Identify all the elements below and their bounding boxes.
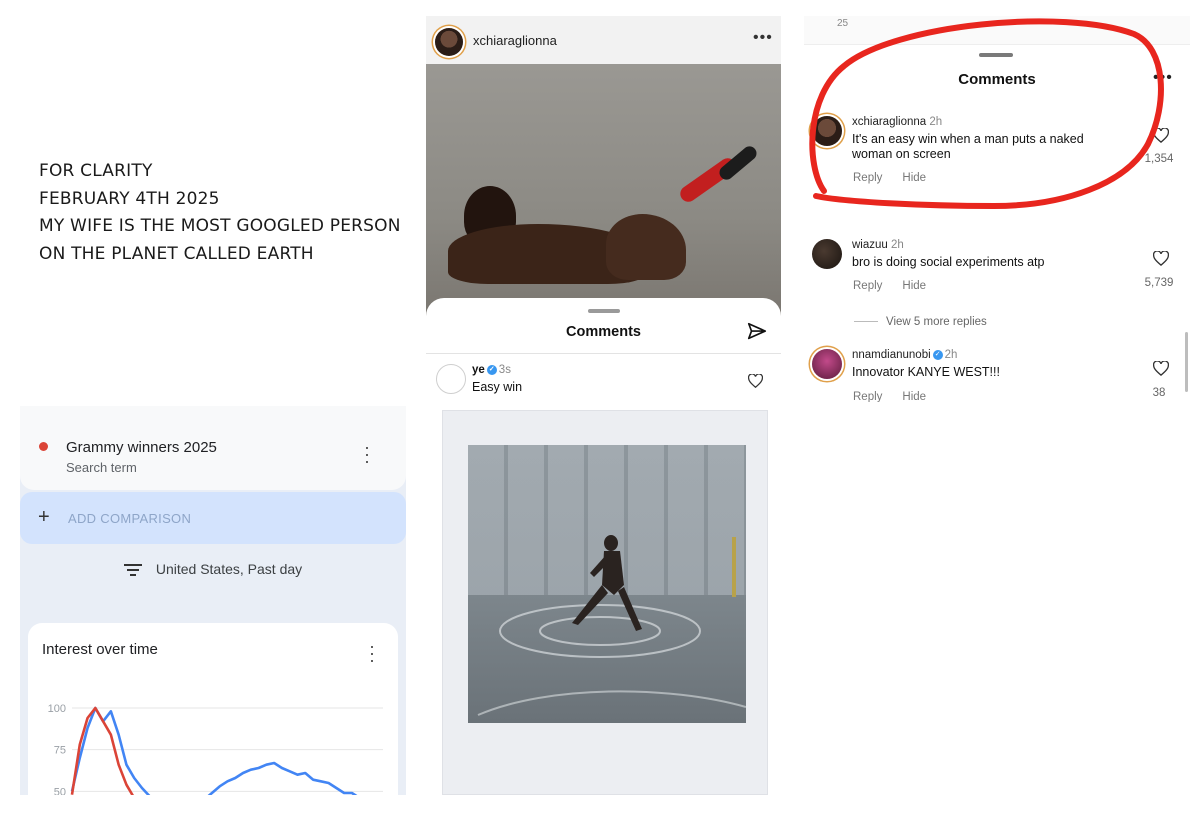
comment-time: 2h xyxy=(929,116,943,128)
comment-avatar[interactable] xyxy=(436,364,466,394)
post-username[interactable]: xchiaraglionna xyxy=(473,33,557,48)
statement-line: FOR CLARITY xyxy=(39,161,153,181)
statement-line: MY WIFE IS THE MOST GOOGLED PERSON xyxy=(39,216,401,236)
region-time-filter[interactable]: United States, Past day xyxy=(20,561,406,577)
polaroid-image[interactable] xyxy=(468,445,746,723)
reply-button[interactable]: Reply xyxy=(853,391,882,402)
comment-actions: Reply Hide xyxy=(853,280,946,292)
scrollbar[interactable] xyxy=(1185,332,1188,392)
comments-title: Comments xyxy=(566,324,641,340)
view-more-replies-link[interactable]: View 5 more replies xyxy=(854,316,987,328)
comment-time: 2h xyxy=(944,349,958,361)
comment-avatar[interactable] xyxy=(812,349,842,379)
comments-sheet: Comments ye ✓ 3s Easy win xyxy=(426,298,781,402)
comments-title: Comments xyxy=(958,71,1036,88)
comment-text: Innovator KANYE WEST!!! xyxy=(852,365,1000,379)
comment-actions: Reply Hide xyxy=(853,172,946,184)
trend-line-chart: 100 75 50 xyxy=(48,703,383,795)
statement-line: FEBRUARY 4TH 2025 xyxy=(39,188,220,209)
add-comparison-label: ADD COMPARISON xyxy=(68,511,192,526)
heart-icon[interactable] xyxy=(1153,361,1169,376)
series-line-0 xyxy=(70,706,358,795)
axis-tick: 25 xyxy=(837,18,849,29)
comment-time: 2h xyxy=(891,239,904,251)
filter-label: United States, Past day xyxy=(155,561,303,577)
like-count: 5,739 xyxy=(1144,277,1174,289)
y-tick-label: 100 xyxy=(48,703,66,715)
comment-avatar[interactable] xyxy=(812,239,842,269)
search-term-card[interactable]: Grammy winners 2025 Search term · · · xyxy=(20,406,406,490)
floor-circle-marking xyxy=(477,535,746,716)
comment-text: Easy win xyxy=(472,380,523,394)
comment-actions: Reply Hide xyxy=(853,391,946,402)
post-photo[interactable] xyxy=(426,64,781,319)
sheet-grabber[interactable] xyxy=(979,53,1013,57)
comment-username[interactable]: xchiaraglionna 2h xyxy=(852,116,942,128)
y-tick-label: 75 xyxy=(54,745,66,757)
y-tick-label: 50 xyxy=(54,786,66,795)
sheet-grabber[interactable] xyxy=(588,309,620,313)
like-count: 38 xyxy=(1152,387,1166,399)
filter-icon xyxy=(123,564,142,577)
google-trends-panel: Grammy winners 2025 Search term · · · + AD… xyxy=(20,406,406,795)
reply-button[interactable]: Reply xyxy=(853,172,882,184)
interest-over-time-card: Interest over time · · · 100 75 50 xyxy=(28,623,398,795)
comment-username[interactable]: nnamdianunobi ✓ 2h xyxy=(852,349,957,361)
add-comparison-button[interactable]: + ADD COMPARISON xyxy=(20,492,406,544)
comment-username[interactable]: wiazuu 2h xyxy=(852,239,904,251)
reply-button[interactable]: Reply xyxy=(853,280,882,292)
instagram-post: xchiaraglionna ••• Comments ye ✓ 3s Easy w… xyxy=(426,16,781,402)
verified-badge-icon: ✓ xyxy=(486,364,497,375)
comment-text: bro is doing social experiments atp xyxy=(852,255,1045,269)
term-color-dot xyxy=(39,442,48,451)
statement-text: FOR CLARITY FEBRUARY 4TH 2025 MY WIFE IS… xyxy=(39,158,409,268)
comment-avatar[interactable] xyxy=(812,116,842,146)
heart-icon[interactable] xyxy=(1153,128,1169,143)
post-header: xchiaraglionna ••• xyxy=(426,16,781,64)
search-term-type: Search term xyxy=(66,460,137,475)
comment-text: It's an easy win when a man puts a naked… xyxy=(852,132,1084,161)
more-vertical-icon[interactable]: · · · xyxy=(364,438,370,470)
divider xyxy=(426,353,781,354)
hide-button[interactable]: Hide xyxy=(902,280,926,292)
heart-icon[interactable] xyxy=(748,374,763,388)
search-term: Grammy winners 2025 xyxy=(66,439,217,456)
hide-button[interactable]: Hide xyxy=(902,172,926,184)
heart-icon[interactable] xyxy=(1153,251,1169,266)
comments-panel: 25 Comments ••• xchiaraglionna 2h It's a… xyxy=(804,16,1190,402)
more-horizontal-icon[interactable]: ••• xyxy=(1153,69,1173,87)
polaroid-photo xyxy=(442,410,768,795)
more-horizontal-icon[interactable]: ••• xyxy=(753,29,773,47)
send-icon[interactable] xyxy=(746,321,768,343)
plus-icon: + xyxy=(38,506,50,528)
verified-badge-icon: ✓ xyxy=(932,349,943,360)
chart-fragment: 25 xyxy=(804,16,1190,45)
like-count: 1,354 xyxy=(1144,153,1174,165)
comment-username[interactable]: ye ✓ 3s xyxy=(472,364,511,376)
hide-button[interactable]: Hide xyxy=(902,391,926,402)
profile-avatar[interactable] xyxy=(435,28,463,56)
statement-line: ON THE PLANET CALLED EARTH xyxy=(39,243,314,264)
comment-time: 3s xyxy=(498,364,511,376)
